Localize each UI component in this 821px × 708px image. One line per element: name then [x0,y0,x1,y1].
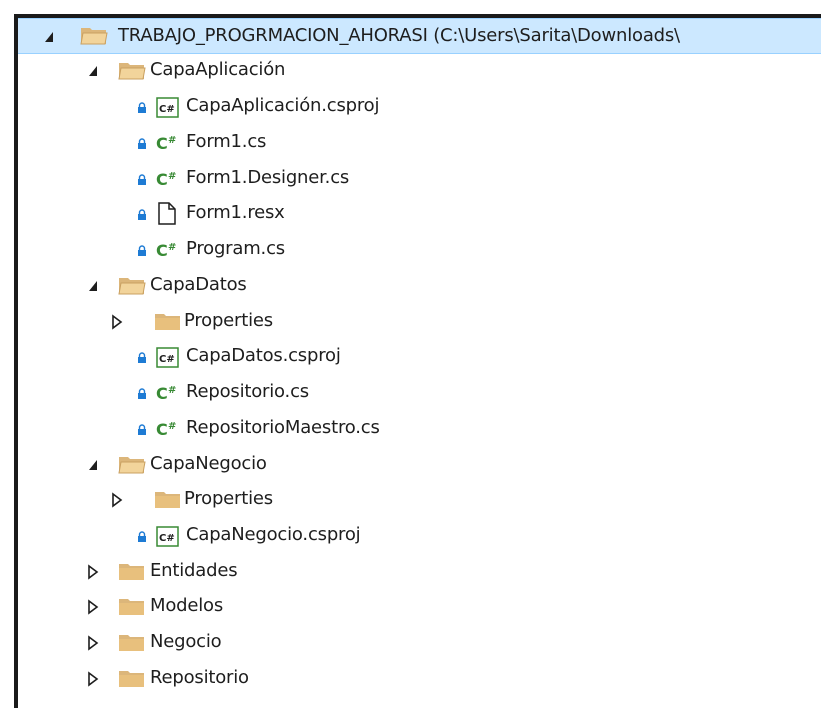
folder-icon [119,635,144,651]
svg-text:C: C [156,134,168,153]
tree-node-capadatos-csproj[interactable]: C# CapaDatos.csproj [18,339,821,375]
tree-node-label: Properties [184,310,273,331]
folder-icon [119,564,144,580]
tree-node-capanegocio-csproj[interactable]: C# CapaNegocio.csproj [18,518,821,554]
solution-explorer-tree: TRABAJO_PROGRMACION_AHORASI (C:\Users\Sa… [14,14,821,708]
tree-node-label: Modelos [150,595,224,616]
tree-node-program-cs[interactable]: C # Program.cs [18,232,821,268]
tree-node-repositorio[interactable]: Repositorio [18,661,821,697]
tree-node-capaaplicaci-n-csproj[interactable]: C# CapaAplicación.csproj [18,89,821,125]
tree-node-label: Form1.cs [186,131,267,152]
tree-node-capadatos[interactable]: CapaDatos [18,268,821,304]
svg-text:C: C [156,241,168,260]
csharp-file-icon: C # [156,384,176,403]
tree-node-modelos[interactable]: Modelos [18,589,821,625]
folder-icon [119,671,144,687]
tree-node-label: CapaAplicación.csproj [186,95,380,116]
tree-node-form1-designer-cs[interactable]: C # Form1.Designer.cs [18,161,821,197]
svg-text:C#: C# [159,354,175,365]
svg-text:C: C [156,170,168,189]
root-label: TRABAJO_PROGRMACION_AHORASI (C:\Users\Sa… [118,25,680,46]
svg-text:C#: C# [159,104,175,115]
folder-open-icon [118,457,146,474]
lock-icon [138,352,146,363]
csproj-icon: C# [156,97,179,118]
csproj-icon: C# [156,526,179,547]
tree-node-label: CapaNegocio.csproj [186,524,361,545]
tree-node-label: CapaDatos.csproj [186,345,341,366]
lock-icon [138,209,146,220]
lock-icon [138,245,146,256]
tree-node-repositoriomaestro-cs[interactable]: C # RepositorioMaestro.cs [18,411,821,447]
tree-node-label: Form1.Designer.cs [186,167,350,188]
tree-node-capanegocio[interactable]: CapaNegocio [18,447,821,483]
svg-text:#: # [168,135,176,146]
folder-open-icon [80,28,108,45]
tree-node-repositorio-cs[interactable]: C # Repositorio.cs [18,375,821,411]
tree-node-label: Entidades [150,560,238,581]
tree-node-label: Repositorio.cs [186,381,309,402]
folder-open-icon [118,278,146,295]
tree-node-label: RepositorioMaestro.cs [186,417,380,438]
lock-icon [138,174,146,185]
lock-icon [138,388,146,399]
tree-node-label: Program.cs [186,238,285,259]
csharp-file-icon: C # [156,170,176,189]
collapse-arrow-icon[interactable] [110,492,124,508]
tree-node-capaaplicaci-n[interactable]: CapaAplicación [18,53,821,89]
tree-node-label: Negocio [150,631,222,652]
folder-icon [155,314,180,330]
tree-node-properties[interactable]: Properties [18,482,821,518]
svg-text:#: # [168,421,176,432]
tree-node-label: CapaNegocio [150,453,267,474]
csharp-file-icon: C # [156,134,176,153]
expand-arrow-icon[interactable] [86,63,100,79]
lock-icon [138,138,146,149]
expand-arrow-icon[interactable] [86,457,100,473]
collapse-arrow-icon[interactable] [86,599,100,615]
collapse-arrow-icon[interactable] [110,314,124,330]
tree-node-form1-resx[interactable]: Form1.resx [18,196,821,232]
svg-text:C#: C# [159,533,175,544]
svg-text:#: # [168,171,176,182]
csharp-file-icon: C # [156,241,176,260]
tree-node-entidades[interactable]: Entidades [18,554,821,590]
expand-arrow-icon[interactable] [42,29,56,45]
collapse-arrow-icon[interactable] [86,671,100,687]
expand-arrow-icon[interactable] [86,278,100,294]
svg-text:#: # [168,385,176,396]
folder-icon [155,492,180,508]
tree-node-label: Form1.resx [186,202,285,223]
tree-node-label: CapaDatos [150,274,247,295]
tree-node-form1-cs[interactable]: C # Form1.cs [18,125,821,161]
lock-icon [138,102,146,113]
folder-open-icon [118,63,146,80]
folder-icon [119,599,144,615]
lock-icon [138,424,146,435]
svg-text:#: # [168,242,176,253]
tree-node-label: Properties [184,488,273,509]
svg-text:C: C [156,384,168,403]
csharp-file-icon: C # [156,420,176,439]
tree-node-properties[interactable]: Properties [18,304,821,340]
collapse-arrow-icon[interactable] [86,635,100,651]
tree-node-label: CapaAplicación [150,59,286,80]
tree-node-negocio[interactable]: Negocio [18,625,821,661]
collapse-arrow-icon[interactable] [86,564,100,580]
csproj-icon: C# [156,347,179,368]
tree-node-label: Repositorio [150,667,249,688]
document-icon [158,202,176,225]
tree-node-root[interactable]: TRABAJO_PROGRMACION_AHORASI (C:\Users\Sa… [18,18,821,54]
svg-text:C: C [156,420,168,439]
lock-icon [138,531,146,542]
